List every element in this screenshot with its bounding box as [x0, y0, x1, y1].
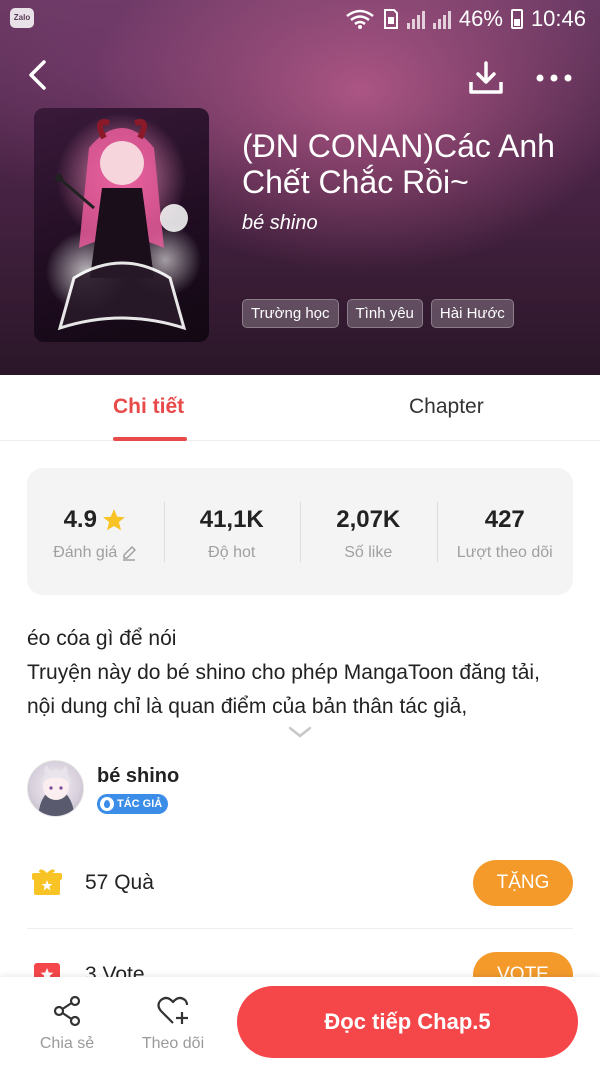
wifi-icon	[346, 9, 374, 29]
stat-followers: 427 Lượt theo dõi	[436, 468, 574, 595]
genre-tags: Trường học Tình yêu Hài Hước	[242, 299, 514, 328]
rating-value: 4.9	[63, 506, 97, 533]
follow-label: Theo dõi	[141, 1035, 205, 1052]
chevron-down-icon	[288, 726, 312, 738]
heart-plus-icon	[157, 996, 189, 1024]
tab-chapters[interactable]: Chapter	[409, 395, 484, 419]
comic-title: (ĐN CONAN)Các Anh Chết Chắc Rồi~	[242, 128, 555, 200]
download-icon	[469, 61, 503, 94]
divider	[27, 928, 573, 929]
author-role-badge: TÁC GIẢ	[97, 794, 169, 814]
stat-likes: 2,07K Số like	[300, 468, 437, 595]
genre-tag[interactable]: Hài Hước	[430, 299, 514, 328]
author-badge-label: TÁC GIẢ	[117, 798, 163, 810]
description-line: éo cóa gì để nói	[27, 627, 177, 650]
share-button[interactable]: Chia sẻ	[27, 995, 107, 1053]
zalo-app-icon: Zalo	[10, 8, 34, 28]
edit-icon	[123, 546, 137, 561]
rating-label-row: Đánh giá	[27, 544, 164, 562]
bottom-action-bar: Chia sẻ Theo dõi Đọc tiếp Chap.5	[0, 977, 600, 1067]
active-tab-indicator	[113, 437, 187, 441]
followers-value: 427	[484, 506, 525, 533]
battery-icon	[510, 9, 523, 29]
send-gift-button[interactable]: TẶNG	[473, 860, 573, 906]
follow-button[interactable]: Theo dõi	[133, 995, 213, 1053]
detail-tabs: Chi tiết Chapter	[0, 375, 600, 441]
signal-icon	[432, 9, 451, 29]
hot-value: 41,1K	[199, 506, 264, 533]
avatar-illustration	[38, 765, 75, 816]
stat-hot: 41,1K Độ hot	[163, 468, 301, 595]
author-badge-icon	[100, 797, 114, 811]
author-avatar[interactable]	[27, 760, 84, 817]
share-icon	[53, 995, 81, 1027]
rating-value-row: 4.9	[64, 506, 127, 534]
expand-description-button[interactable]	[287, 724, 313, 740]
clock: 10:46	[530, 6, 586, 31]
rating-label: Đánh giá	[53, 544, 118, 561]
genre-tag[interactable]: Trường học	[242, 299, 339, 328]
share-label: Chia sẻ	[39, 1035, 95, 1052]
tab-details[interactable]: Chi tiết	[113, 395, 184, 419]
stats-panel: 4.9 Đánh giá 41,1K Độ hot 2,07K Số like …	[27, 468, 573, 595]
likes-label: Số like	[344, 544, 393, 561]
genre-tag[interactable]: Tình yêu	[346, 299, 423, 328]
back-arrow-icon	[29, 60, 46, 90]
cover-illustration	[55, 119, 188, 331]
gift-icon	[32, 869, 62, 895]
followers-label: Lượt theo dõi	[456, 544, 553, 561]
back-button[interactable]	[22, 58, 56, 92]
more-dots-icon	[536, 74, 572, 82]
signal-icon	[406, 9, 425, 29]
description-line: Truyện này do bé shino cho phép MangaToo…	[27, 661, 540, 718]
download-button[interactable]	[468, 60, 504, 96]
gift-row: 57 Quà TẶNG	[27, 858, 573, 908]
status-indicators: 46% 10:46	[345, 6, 586, 32]
sim-icon	[383, 9, 398, 29]
hot-label: Độ hot	[208, 544, 256, 561]
comic-cover-image	[34, 108, 209, 342]
battery-percentage: 46%	[458, 6, 503, 31]
comic-description[interactable]: éo cóa gì để nói Truyện này do bé shino …	[27, 622, 573, 724]
continue-reading-button[interactable]: Đọc tiếp Chap.5	[237, 986, 578, 1058]
more-options-button[interactable]	[532, 66, 576, 90]
comic-hero-header: Zalo 46% 10:46 (ĐN CONAN)Các Anh Chết Ch…	[0, 0, 600, 375]
comic-author[interactable]: bé shino	[242, 212, 318, 235]
stat-rating[interactable]: 4.9 Đánh giá	[27, 468, 164, 595]
star-icon	[103, 509, 125, 531]
gift-count: 57 Quà	[85, 871, 154, 894]
likes-value: 2,07K	[336, 506, 401, 533]
status-bar: Zalo 46% 10:46	[0, 0, 600, 40]
author-name[interactable]: bé shino	[97, 765, 179, 788]
